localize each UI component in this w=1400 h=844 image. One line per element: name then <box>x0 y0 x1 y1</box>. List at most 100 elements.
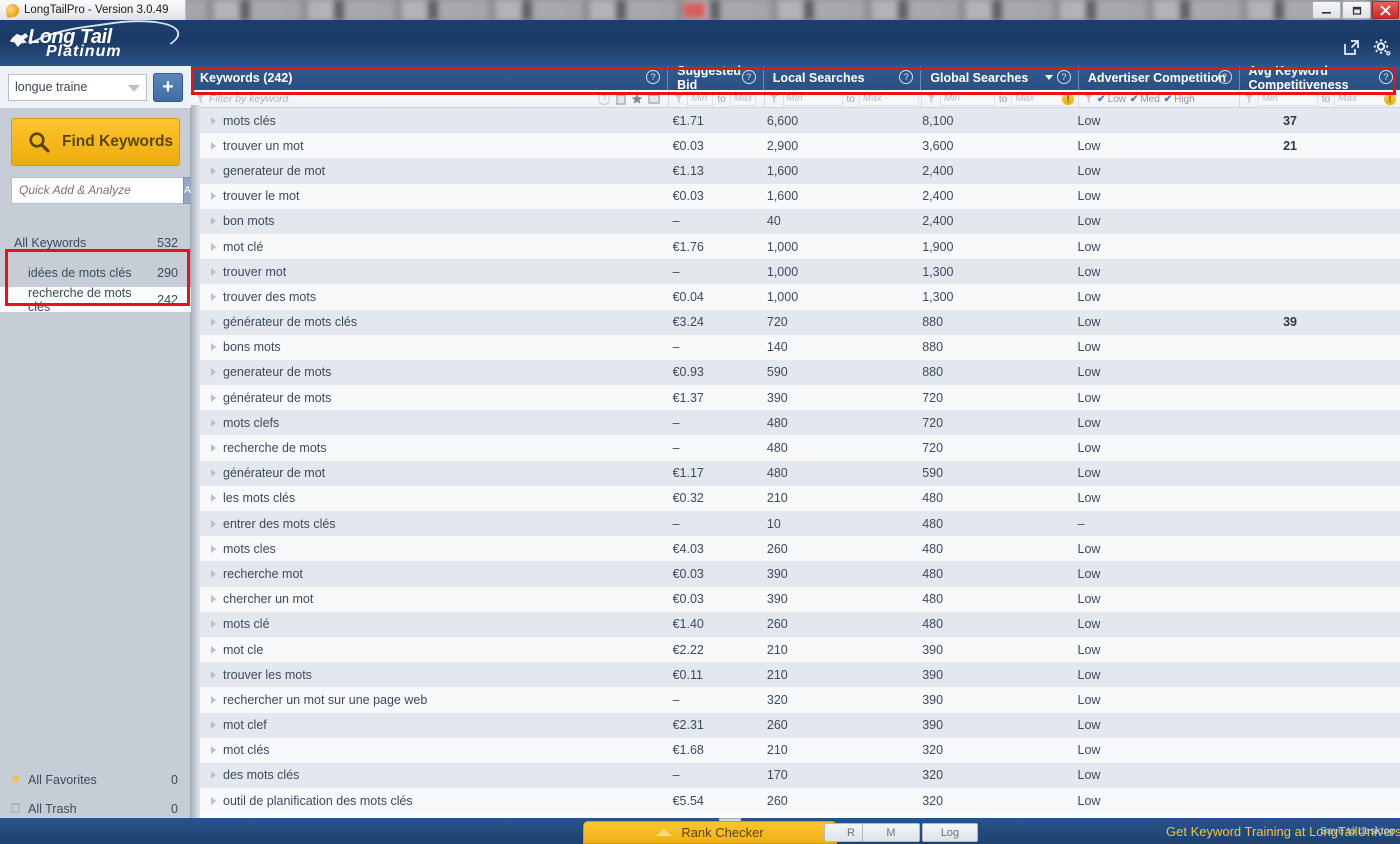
filter-funnel-icon[interactable] <box>674 94 684 104</box>
project-select[interactable]: longue traine <box>8 73 147 101</box>
expand-triangle-icon[interactable] <box>211 292 216 301</box>
delete-icon[interactable] <box>615 93 627 108</box>
minimize-button[interactable] <box>1312 1 1341 19</box>
table-vertical-scrollbar[interactable] <box>191 105 200 818</box>
help-icon[interactable]: ? <box>899 70 914 84</box>
sidebar-item-all-favorites[interactable]: All Favorites 0 <box>0 768 191 792</box>
table-row[interactable]: trouver des mots €0.04 1,000 1,300 Low <box>200 284 1400 310</box>
filter-min-input[interactable]: Min <box>1257 92 1318 106</box>
table-row[interactable]: chercher un mot €0.03 390 480 Low <box>200 586 1400 612</box>
table-row[interactable]: mots clé €1.40 260 480 Low <box>200 611 1400 637</box>
filter-min-input[interactable]: Min <box>939 92 995 106</box>
external-link-icon[interactable] <box>1342 38 1361 57</box>
table-row[interactable]: mots clefs – 480 720 Low <box>200 410 1400 436</box>
close-button[interactable] <box>1372 1 1399 19</box>
expand-triangle-icon[interactable] <box>211 166 216 175</box>
expand-triangle-icon[interactable] <box>211 192 216 201</box>
table-row[interactable]: entrer des mots clés – 10 480 – <box>200 511 1400 537</box>
table-row[interactable]: trouver un mot €0.03 2,900 3,600 Low 21 <box>200 133 1400 159</box>
expand-triangle-icon[interactable] <box>211 519 216 528</box>
expand-triangle-icon[interactable] <box>211 796 216 805</box>
maximize-button[interactable] <box>1342 1 1371 19</box>
expand-triangle-icon[interactable] <box>211 217 216 226</box>
favorite-star-icon[interactable] <box>631 93 643 108</box>
table-row[interactable]: rechercher un mot sur une page web – 320 39… <box>200 687 1400 713</box>
table-row[interactable]: outil de planification des mots clés €5.5… <box>200 788 1400 814</box>
expand-triangle-icon[interactable] <box>211 670 216 679</box>
expand-triangle-icon[interactable] <box>211 544 216 553</box>
table-row[interactable]: bon mots – 40 2,400 Low <box>200 208 1400 234</box>
expand-triangle-icon[interactable] <box>211 318 216 327</box>
table-row[interactable]: generateur de mot €1.13 1,600 2,400 Low <box>200 158 1400 184</box>
expand-triangle-icon[interactable] <box>211 343 216 352</box>
table-row[interactable]: mot cle €2.22 210 390 Low <box>200 636 1400 663</box>
expand-triangle-icon[interactable] <box>211 695 216 704</box>
expand-triangle-icon[interactable] <box>211 141 216 150</box>
table-row[interactable]: générateur de mot €1.17 480 590 Low <box>200 460 1400 486</box>
expand-triangle-icon[interactable] <box>211 645 216 654</box>
filter-min-input[interactable]: Min <box>782 92 843 106</box>
sidebar-item-idees-de-mots-cles[interactable]: idées de mots clés 290 <box>0 260 191 285</box>
table-row[interactable]: mot clé €1.76 1,000 1,900 Low <box>200 233 1400 260</box>
filter-funnel-icon[interactable] <box>196 94 205 104</box>
expand-triangle-icon[interactable] <box>211 620 216 629</box>
gear-icon[interactable] <box>1372 38 1391 57</box>
filter-funnel-icon[interactable] <box>926 94 936 104</box>
expand-triangle-icon[interactable] <box>211 494 216 503</box>
filter-checkbox-high[interactable]: ✔ High <box>1164 94 1195 105</box>
expand-triangle-icon[interactable] <box>211 721 216 730</box>
sidebar-item-recherche-de-mots-cles[interactable]: recherche de mots clés 242 <box>0 286 191 314</box>
table-row[interactable]: les mots clés €0.32 210 480 Low <box>200 485 1400 511</box>
filter-funnel-icon[interactable] <box>1084 94 1094 104</box>
column-header-advertiser-competition[interactable]: Advertiser Competition ? <box>1079 66 1240 90</box>
table-row[interactable]: generateur de mots €0.93 590 880 Low <box>200 359 1400 386</box>
table-row[interactable]: trouver les mots €0.11 210 390 Low <box>200 662 1400 688</box>
bottom-button-log[interactable]: Log <box>922 823 978 842</box>
expand-triangle-icon[interactable] <box>211 242 216 251</box>
table-row[interactable]: mot clef €2.31 260 390 Low <box>200 712 1400 738</box>
expand-triangle-icon[interactable] <box>211 469 216 478</box>
bottom-button-m[interactable]: M <box>862 823 920 842</box>
expand-triangle-icon[interactable] <box>211 746 216 755</box>
warning-badge[interactable]: ! <box>1384 93 1396 105</box>
column-header-global-searches[interactable]: Global Searches ? <box>921 66 1079 90</box>
help-icon[interactable]: ? <box>1056 70 1071 84</box>
table-row[interactable]: mots cles €4.03 260 480 Low <box>200 536 1400 562</box>
expand-triangle-icon[interactable] <box>211 368 216 377</box>
sidebar-item-all-keywords[interactable]: All Keywords 532 <box>0 230 191 255</box>
rank-checker-button[interactable]: Rank Checker <box>583 821 837 844</box>
filter-max-input[interactable]: Max <box>729 92 756 106</box>
expand-triangle-icon[interactable] <box>211 393 216 402</box>
table-row[interactable]: des mots clés – 170 320 Low <box>200 762 1400 789</box>
table-row[interactable]: recherche mot €0.03 390 480 Low <box>200 561 1400 587</box>
table-row[interactable]: recherche de mots – 480 720 Low <box>200 435 1400 461</box>
table-row[interactable]: générateur de mots €1.37 390 720 Low <box>200 385 1400 411</box>
notes-icon[interactable] <box>648 93 660 108</box>
expand-triangle-icon[interactable] <box>211 418 216 427</box>
column-header-suggested-bid[interactable]: Suggested Bid ? <box>668 64 764 92</box>
help-icon[interactable]: ? <box>1379 70 1393 84</box>
save-to-desktop-label[interactable]: Save to desktop <box>1320 825 1395 837</box>
help-icon[interactable]: ? <box>1217 70 1232 84</box>
quick-add-input[interactable] <box>11 177 183 204</box>
column-header-local-searches[interactable]: Local Searches ? <box>764 66 922 90</box>
filter-min-input[interactable]: Min <box>687 92 714 106</box>
help-icon[interactable]: ? <box>741 70 756 84</box>
expand-triangle-icon[interactable] <box>211 569 216 578</box>
expand-triangle-icon[interactable] <box>211 116 216 125</box>
help-icon[interactable]: ? <box>646 70 661 84</box>
table-row[interactable]: bons mots – 140 880 Low <box>200 334 1400 360</box>
expand-triangle-icon[interactable] <box>211 595 216 604</box>
filter-help-icon[interactable]: ? <box>598 93 611 105</box>
add-project-button[interactable]: + <box>153 72 183 102</box>
column-header-avg-keyword-competitiveness[interactable]: Avg Keyword Competitiveness ? <box>1240 64 1400 92</box>
table-row[interactable]: mot clés €1.68 210 320 Low <box>200 737 1400 763</box>
column-header-keywords[interactable]: Keywords (242) ? <box>191 66 669 90</box>
expand-triangle-icon[interactable] <box>211 771 216 780</box>
filter-checkbox-low[interactable]: ✔ Low <box>1097 94 1126 105</box>
filter-checkbox-med[interactable]: ✔ Med <box>1130 94 1160 105</box>
warning-badge[interactable]: ! <box>1062 93 1075 105</box>
table-row[interactable]: générateur de mots clés €3.24 720 880 Low 39 <box>200 309 1400 335</box>
filter-max-input[interactable]: Max <box>1011 92 1067 106</box>
find-keywords-button[interactable]: Find Keywords <box>11 118 180 166</box>
